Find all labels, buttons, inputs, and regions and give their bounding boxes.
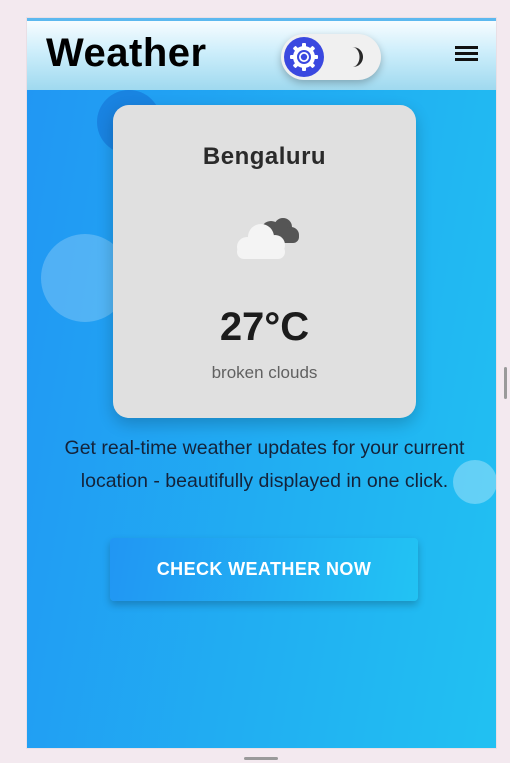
weather-description: broken clouds xyxy=(211,363,318,382)
moon-icon xyxy=(352,47,363,67)
broken-clouds-icon xyxy=(237,218,299,259)
temperature: 27°C xyxy=(219,305,310,349)
toggle-knob[interactable] xyxy=(284,37,324,77)
sun-gear-icon xyxy=(290,43,318,71)
weather-card: Bengaluru 27°C broken clouds xyxy=(113,105,416,418)
app-viewport: Weather Get real-time weather updates fo… xyxy=(27,18,496,748)
check-weather-button[interactable]: CHECK WEATHER NOW xyxy=(110,538,418,601)
hero-subtitle: Get real-time weather updates for your c… xyxy=(64,437,465,492)
hamburger-menu-icon[interactable] xyxy=(455,43,483,67)
app-header: Weather xyxy=(27,18,496,90)
brand-title[interactable]: Weather xyxy=(46,31,207,76)
scrollbar-handle[interactable] xyxy=(504,367,507,399)
city-name: Bengaluru xyxy=(202,143,327,170)
theme-toggle[interactable] xyxy=(281,34,381,80)
bottom-drag-handle[interactable] xyxy=(244,757,278,760)
